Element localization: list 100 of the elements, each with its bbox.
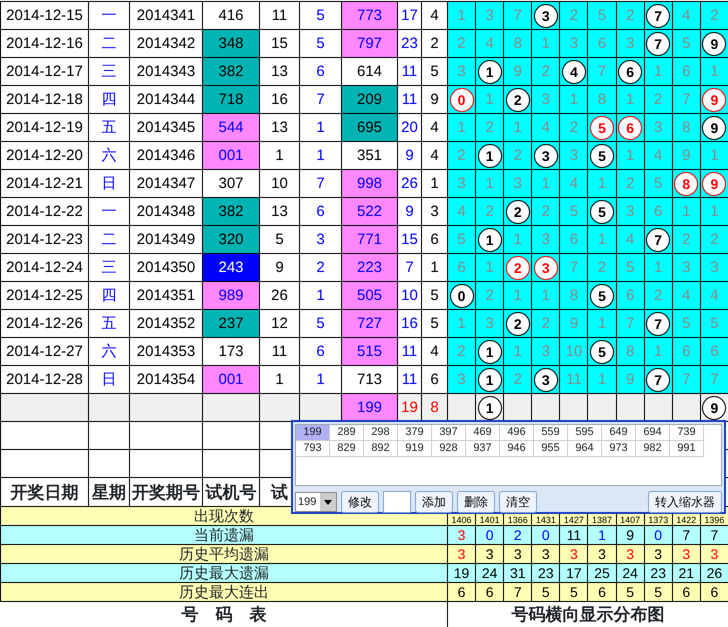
number-ball: 6 [618,60,642,84]
number-item[interactable]: 793 [296,441,330,457]
miss-count: 5 [644,170,672,198]
miss-count: 1 [504,338,532,366]
weekday-cell: 日 [88,170,130,198]
miss-count: 1 [504,226,532,254]
number-ball: 6 [618,116,642,140]
number-item[interactable]: 829 [330,441,364,457]
number-item[interactable]: 919 [398,441,432,457]
miss-count: 7 [672,366,700,394]
miss-count: 4 [476,30,504,58]
miss-count: 1 [532,170,560,198]
miss-count: 4 [700,282,728,310]
number-item[interactable]: 973 [602,441,636,457]
weekday-cell: 六 [88,338,130,366]
date-cell: 2014-12-17 [0,58,88,86]
number-item[interactable]: 595 [568,425,602,441]
miss-count: 5 [672,30,700,58]
number-item[interactable]: 199 [296,425,330,441]
number-item[interactable]: 649 [602,425,636,441]
table-cell: 13 [260,114,300,142]
miss-count: 6 [700,338,728,366]
test-number-cell: 348 [202,30,260,58]
number-item[interactable]: 892 [364,441,398,457]
miss-count: 2 [448,30,476,58]
test-number-cell: 237 [202,310,260,338]
number-ball: 2 [506,200,530,224]
miss-count: 5 [700,310,728,338]
miss-count: 2 [504,142,532,170]
stat-value: 3 [560,544,588,564]
miss-count: 2 [672,226,700,254]
period-cell: 2014341 [130,2,202,30]
stat-value: 31 [504,564,532,582]
miss-count: 5 [588,2,616,30]
miss-count: 2 [616,170,644,198]
popup-button[interactable]: 转入缩水器 [648,491,722,513]
miss-count: 8 [504,30,532,58]
number-item[interactable]: 496 [500,425,534,441]
number-dropdown[interactable]: 199 [295,492,337,512]
miss-count: 3 [700,254,728,282]
miss-count: 3 [644,114,672,142]
popup-button[interactable]: 添加 [415,491,453,513]
number-ball: 2 [506,312,530,336]
date-cell: 2014-12-18 [0,86,88,114]
miss-count: 3 [616,198,644,226]
miss-count: 8 [588,86,616,114]
weekday-cell: 五 [88,310,130,338]
number-ball: 1 [478,228,502,252]
miss-count: 7 [616,310,644,338]
number-ball: 7 [646,228,670,252]
number-input[interactable] [383,491,411,513]
number-item[interactable]: 937 [466,441,500,457]
number-ball: 1 [478,340,502,364]
number-item[interactable]: 982 [636,441,670,457]
test-number-cell: 544 [202,114,260,142]
miss-count: 2 [476,282,504,310]
table-cell: 16 [398,310,422,338]
table-cell: 23 [398,30,422,58]
miss-count: 2 [448,142,476,170]
number-item[interactable]: 397 [432,425,466,441]
miss-count: 1 [672,198,700,226]
miss-count: 5 [560,198,588,226]
stat-value: 6 [700,582,728,602]
weekday-cell: 三 [88,254,130,282]
number-item[interactable]: 739 [670,425,704,441]
table-cell: 11 [398,86,422,114]
miss-count: 1 [588,366,616,394]
miss-count: 2 [588,254,616,282]
number-ball: 0 [450,88,474,112]
miss-count: 2 [616,2,644,30]
number-ball: 3 [534,368,558,392]
table-cell: 5 [260,226,300,254]
test-number-cell: 001 [202,366,260,394]
miss-count: 1 [616,86,644,114]
miss-count: 1 [448,2,476,30]
miss-count: 1 [448,114,476,142]
number-item[interactable]: 559 [534,425,568,441]
number-item[interactable]: 379 [398,425,432,441]
table-cell: 1 [300,142,342,170]
number-item[interactable]: 964 [568,441,602,457]
number-item[interactable]: 694 [636,425,670,441]
draw-number-cell: 199 [342,394,398,422]
miss-count: 2 [532,198,560,226]
number-item[interactable]: 955 [534,441,568,457]
number-item[interactable]: 469 [466,425,500,441]
miss-count: 2 [560,2,588,30]
stat-value: 3 [616,544,644,564]
number-item[interactable]: 946 [500,441,534,457]
number-item[interactable]: 928 [432,441,466,457]
miss-count: 2 [476,198,504,226]
number-item[interactable]: 298 [364,425,398,441]
number-ball: 5 [590,144,614,168]
number-item[interactable]: 289 [330,425,364,441]
popup-button[interactable]: 清空 [499,491,537,513]
popup-button[interactable]: 删除 [457,491,495,513]
weekday-cell: 三 [88,58,130,86]
number-item[interactable]: 991 [670,441,704,457]
miss-count: 1 [504,114,532,142]
draw-number-cell: 998 [342,170,398,198]
popup-button[interactable]: 修改 [341,491,379,513]
